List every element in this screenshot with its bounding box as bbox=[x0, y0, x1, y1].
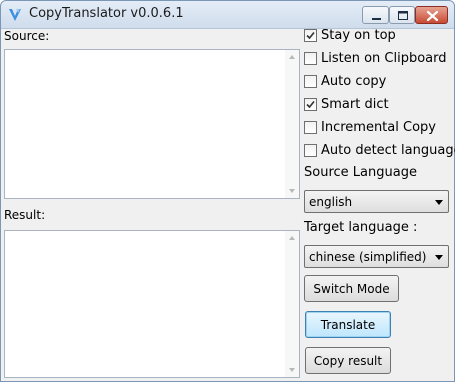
checkbox-checked[interactable] bbox=[304, 28, 317, 42]
checkbox-unchecked[interactable] bbox=[304, 143, 317, 157]
checkbox-checked[interactable] bbox=[304, 97, 317, 111]
copy-result-button[interactable]: Copy result bbox=[305, 347, 391, 374]
option-auto-detect-language[interactable]: Auto detect language bbox=[304, 141, 455, 159]
app-logo-icon bbox=[7, 7, 23, 23]
maximize-icon bbox=[398, 11, 408, 20]
scroll-down-arrow-icon[interactable] bbox=[289, 368, 295, 372]
translate-button[interactable]: Translate bbox=[305, 311, 391, 338]
title-bar[interactable]: CopyTranslator v0.0.6.1 bbox=[1, 1, 454, 29]
result-label: Result: bbox=[4, 208, 46, 222]
option-label: Auto detect language bbox=[321, 142, 455, 158]
close-icon bbox=[426, 10, 439, 22]
source-scrollbar[interactable] bbox=[285, 50, 299, 198]
minimize-icon bbox=[372, 18, 381, 20]
source-label: Source: bbox=[4, 29, 50, 43]
option-label: Smart dict bbox=[321, 96, 389, 112]
target-language-select[interactable]: chinese (simplified) bbox=[304, 245, 449, 268]
option-label: Stay on top bbox=[321, 27, 396, 43]
source-language-value: english bbox=[309, 195, 353, 209]
chevron-down-icon bbox=[435, 255, 443, 260]
app-window: CopyTranslator v0.0.6.1 Source: Result: bbox=[0, 0, 455, 382]
option-listen-on-clipboard[interactable]: Listen on Clipboard bbox=[304, 49, 447, 67]
result-textarea[interactable] bbox=[4, 230, 300, 378]
option-label: Auto copy bbox=[321, 73, 387, 89]
window-title: CopyTranslator v0.0.6.1 bbox=[29, 6, 184, 21]
target-language-value: chinese (simplified) bbox=[309, 250, 427, 264]
checkmark-icon bbox=[306, 31, 315, 39]
source-textarea[interactable] bbox=[4, 49, 300, 199]
option-label: Incremental Copy bbox=[321, 119, 436, 135]
option-auto-copy[interactable]: Auto copy bbox=[304, 72, 386, 90]
result-scrollbar[interactable] bbox=[285, 231, 299, 377]
option-incremental-copy[interactable]: Incremental Copy bbox=[304, 118, 436, 136]
checkbox-unchecked[interactable] bbox=[304, 74, 317, 88]
option-label: Listen on Clipboard bbox=[321, 50, 447, 66]
option-stay-on-top[interactable]: Stay on top bbox=[304, 26, 396, 44]
source-language-label: Source Language bbox=[304, 165, 417, 180]
minimize-button[interactable] bbox=[362, 6, 389, 24]
scroll-up-arrow-icon[interactable] bbox=[289, 55, 295, 59]
option-smart-dict[interactable]: Smart dict bbox=[304, 95, 389, 113]
scroll-up-arrow-icon[interactable] bbox=[289, 236, 295, 240]
chevron-down-icon bbox=[435, 200, 443, 205]
scroll-down-arrow-icon[interactable] bbox=[289, 189, 295, 193]
switch-mode-button[interactable]: Switch Mode bbox=[304, 275, 399, 302]
maximize-button[interactable] bbox=[389, 6, 415, 24]
target-language-label: Target language : bbox=[304, 220, 418, 235]
checkbox-unchecked[interactable] bbox=[304, 51, 317, 65]
close-button[interactable] bbox=[415, 6, 448, 24]
checkmark-icon bbox=[306, 100, 315, 108]
source-language-select[interactable]: english bbox=[304, 190, 449, 213]
checkbox-unchecked[interactable] bbox=[304, 120, 317, 134]
